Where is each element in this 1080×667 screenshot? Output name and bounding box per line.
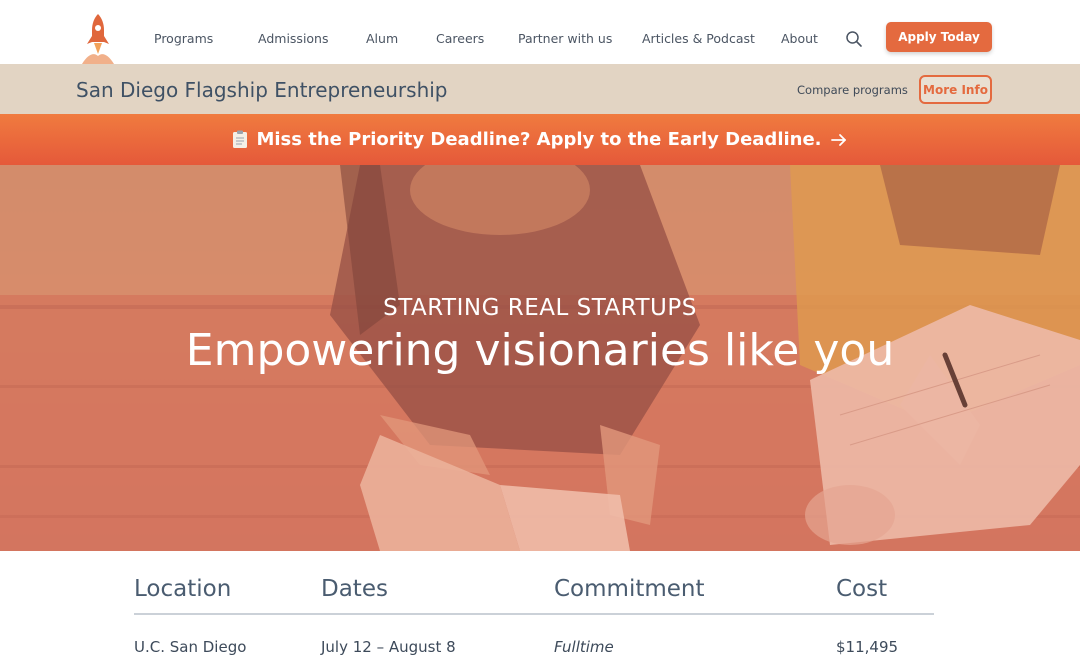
value-cost: $11,495 [836,638,899,656]
header-commitment: Commitment [554,576,705,602]
nav-programs[interactable]: Programs [154,31,213,46]
header-location: Location [134,576,232,602]
header-dates: Dates [321,576,388,602]
apply-today-button[interactable]: Apply Today [886,22,992,52]
nav-partner[interactable]: Partner with us [518,31,612,46]
header-cost: Cost [836,576,888,602]
top-navigation: Programs Admissions Alum Careers Partner… [0,0,1080,64]
deadline-banner[interactable]: Miss the Priority Deadline? Apply to the… [0,114,1080,165]
banner-text: Miss the Priority Deadline? Apply to the… [256,129,822,150]
more-info-button[interactable]: More Info [919,75,992,104]
table-divider [134,613,934,615]
hero-section: STARTING REAL STARTUPS Empowering vision… [0,165,1080,551]
hero-eyebrow: STARTING REAL STARTUPS [383,295,697,321]
value-dates: July 12 – August 8 [321,638,456,656]
value-commitment: Fulltime [554,638,614,656]
nav-articles-podcast[interactable]: Articles & Podcast [642,31,755,46]
program-title: San Diego Flagship Entrepreneurship [76,78,448,102]
nav-about[interactable]: About [781,31,818,46]
hero-title: Empowering visionaries like you [185,325,895,376]
compare-programs-link[interactable]: Compare programs [797,83,908,97]
arrow-right-icon [830,131,848,149]
rocket-icon[interactable] [78,10,118,64]
value-location: U.C. San Diego [134,638,247,656]
nav-careers[interactable]: Careers [436,31,484,46]
nav-admissions[interactable]: Admissions [258,31,329,46]
nav-alum[interactable]: Alum [366,31,398,46]
clipboard-icon [232,130,248,149]
search-icon[interactable] [845,30,863,48]
